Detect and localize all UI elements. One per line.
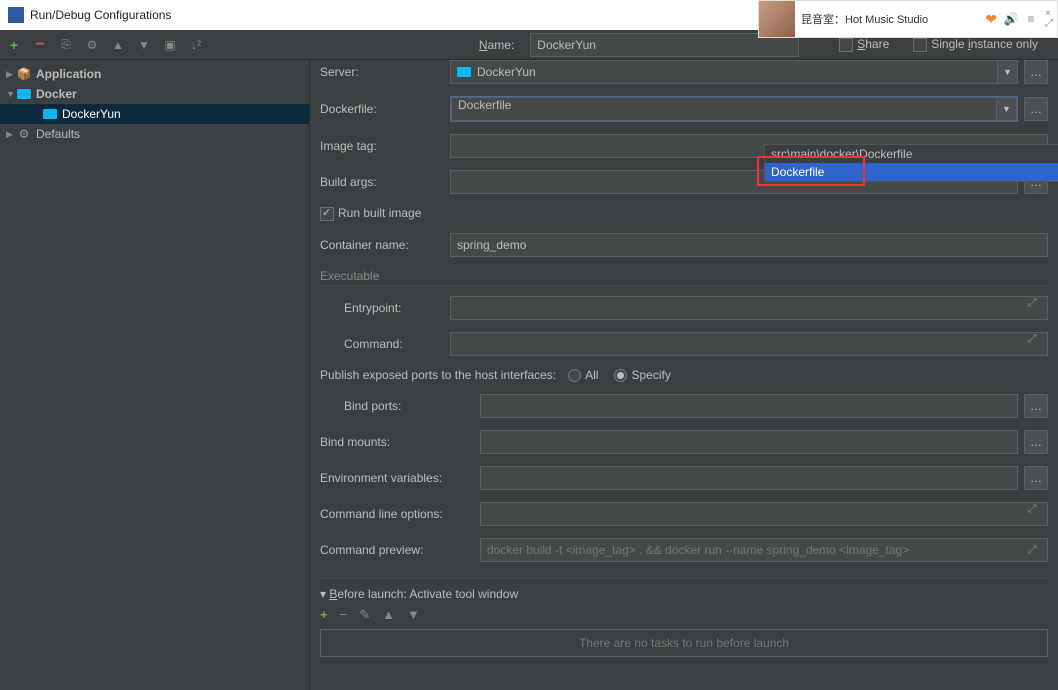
remove-config-button[interactable]: −	[32, 37, 48, 53]
env-vars-label: Environment variables:	[320, 471, 480, 485]
dockerfile-dropdown-list: src\main\docker\Dockerfile Dockerfile	[764, 144, 1058, 182]
expand-icon[interactable]: ⤢	[1027, 297, 1041, 319]
entrypoint-label: Entrypoint:	[320, 301, 450, 315]
server-more-button[interactable]: …	[1024, 60, 1048, 84]
chevron-down-icon[interactable]: ▼	[998, 60, 1018, 84]
run-built-image-checkbox[interactable]: Run built image	[320, 206, 421, 221]
dropdown-option[interactable]: src\main\docker\Dockerfile	[765, 145, 1058, 163]
container-name-label: Container name:	[320, 238, 450, 252]
command-input[interactable]: ⤢	[450, 332, 1048, 356]
before-launch-header[interactable]: ▾ Before launch: Activate tool window	[320, 578, 1048, 601]
cmd-opts-label: Command line options:	[320, 507, 480, 521]
name-label: Name:	[479, 38, 514, 52]
folder-icon[interactable]: ▣	[162, 37, 178, 53]
docker-icon	[457, 67, 471, 77]
expand-icon[interactable]: ⤢	[1027, 544, 1041, 557]
move-up-icon[interactable]: ▲	[110, 37, 126, 53]
bind-ports-more-button[interactable]: …	[1024, 394, 1048, 418]
window-title: Run/Debug Configurations	[30, 8, 171, 22]
tasks-empty-label: There are no tasks to run before launch	[320, 629, 1048, 657]
single-instance-checkbox[interactable]: Single instance only	[913, 37, 1038, 52]
app-icon	[8, 7, 24, 23]
entrypoint-input[interactable]: ⤢	[450, 296, 1048, 320]
copy-config-button[interactable]: ⎘	[58, 37, 74, 53]
chevron-down-icon[interactable]: ▼	[997, 97, 1017, 121]
settings-icon[interactable]: ⚙	[84, 37, 100, 53]
config-tree: ▶📦Application ▼Docker DockerYun ▶⚙Defaul…	[0, 60, 310, 690]
bind-mounts-input[interactable]	[480, 430, 1018, 454]
dropdown-option-selected[interactable]: Dockerfile	[765, 163, 1058, 181]
music-player-widget: 昆音室：Hot Music Studio ❤ 🔊 ≡ × ⤢	[758, 0, 1058, 38]
move-down-icon[interactable]: ▼	[136, 37, 152, 53]
cmd-preview-label: Command preview:	[320, 543, 480, 557]
share-checkbox[interactable]: Share	[839, 37, 889, 52]
server-dropdown[interactable]: DockerYun ▼	[450, 60, 1018, 84]
music-track-title: 昆音室：Hot Music Studio	[795, 11, 981, 27]
env-vars-input[interactable]	[480, 466, 1018, 490]
tree-dockeryun[interactable]: DockerYun	[0, 104, 309, 124]
heart-icon[interactable]: ❤	[981, 11, 1001, 28]
task-down-button[interactable]: ▼	[407, 607, 420, 623]
edit-task-button[interactable]: ✎	[359, 607, 370, 623]
bind-ports-label: Bind ports:	[320, 399, 480, 413]
playlist-icon[interactable]: ≡	[1023, 11, 1039, 27]
server-label: Server:	[320, 65, 450, 79]
album-art	[759, 1, 795, 37]
dockerfile-more-button[interactable]: …	[1024, 97, 1048, 121]
publish-ports-label: Publish exposed ports to the host interf…	[320, 368, 556, 382]
executable-section: Executable	[320, 269, 1048, 286]
expand-icon[interactable]: ⤢	[1027, 333, 1041, 355]
volume-icon[interactable]: 🔊	[1003, 11, 1019, 27]
dockerfile-dropdown[interactable]: Dockerfile ▼	[450, 96, 1018, 122]
env-vars-more-button[interactable]: …	[1024, 466, 1048, 490]
task-up-button[interactable]: ▲	[382, 607, 395, 623]
cmd-opts-input[interactable]: ⤢	[480, 502, 1048, 526]
sort-icon[interactable]: ↓²	[188, 37, 204, 53]
remove-task-button[interactable]: −	[340, 607, 348, 623]
dockerfile-label: Dockerfile:	[320, 102, 450, 116]
expand-icon[interactable]: ⤢	[1027, 503, 1041, 525]
publish-all-radio[interactable]: All	[568, 368, 598, 382]
command-label: Command:	[320, 337, 450, 351]
container-name-input[interactable]	[450, 233, 1048, 257]
bind-mounts-label: Bind mounts:	[320, 435, 480, 449]
publish-specify-radio[interactable]: Specify	[614, 368, 670, 382]
tree-application[interactable]: ▶📦Application	[0, 64, 309, 84]
bind-mounts-more-button[interactable]: …	[1024, 430, 1048, 454]
tree-defaults[interactable]: ▶⚙Defaults	[0, 124, 309, 144]
tree-docker[interactable]: ▼Docker	[0, 84, 309, 104]
build-args-label: Build args:	[320, 175, 450, 189]
add-task-button[interactable]: +	[320, 607, 328, 623]
add-config-button[interactable]: +	[6, 37, 22, 53]
image-tag-label: Image tag:	[320, 139, 450, 153]
cmd-preview-box: docker build -t <image_tag> . && docker …	[480, 538, 1048, 562]
expand-mini-icon[interactable]: ⤢	[1045, 19, 1053, 29]
config-form: Server: DockerYun ▼ … Dockerfile: Docker…	[310, 60, 1058, 690]
bind-ports-input[interactable]	[480, 394, 1018, 418]
